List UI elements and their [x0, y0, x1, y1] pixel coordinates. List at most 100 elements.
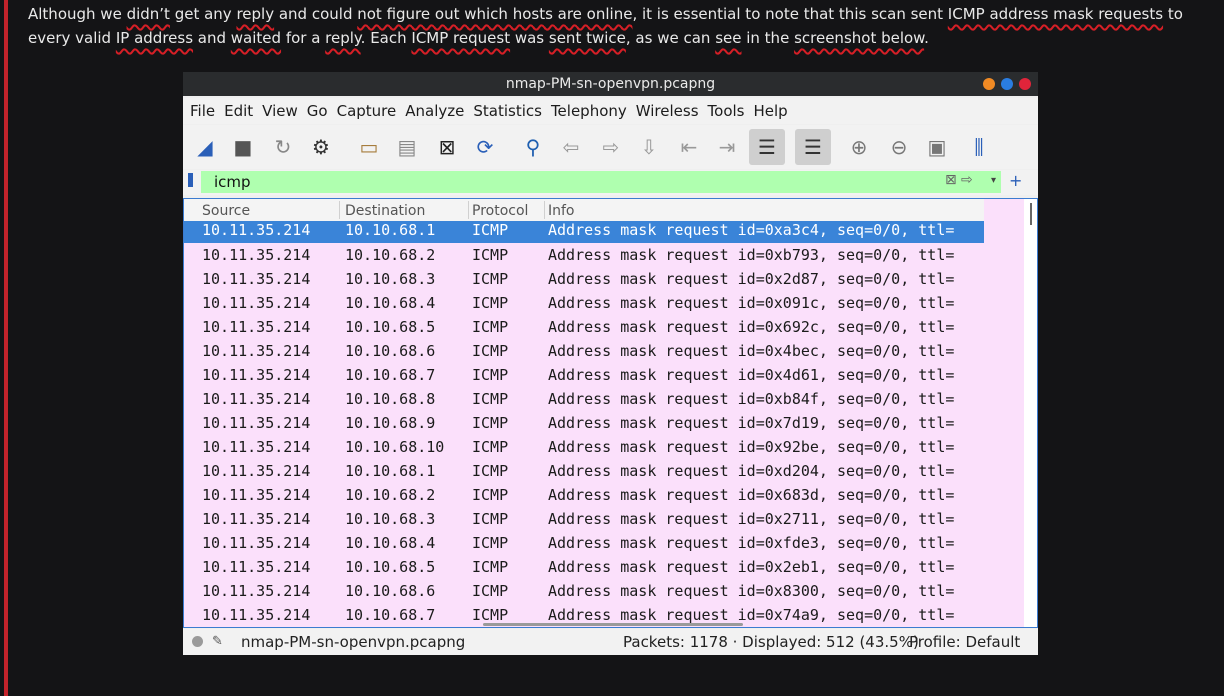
display-filter-input[interactable]: icmp [201, 171, 1001, 193]
packet-destination: 10.10.68.3 [345, 510, 436, 528]
menu-capture[interactable]: Capture [337, 98, 397, 124]
packet-info: Address mask request id=0xfde3, seq=0/0,… [548, 534, 955, 552]
packet-row[interactable]: 10.11.35.214 10.10.68.6 ICMP Address mask r… [184, 339, 984, 363]
first-packet-icon[interactable]: ⇤ [671, 129, 707, 165]
packet-row[interactable]: 10.11.35.214 10.10.68.3 ICMP Address mask r… [184, 267, 984, 291]
column-destination[interactable]: Destination [342, 199, 425, 223]
close-button[interactable] [1019, 78, 1031, 90]
filter-history-dropdown-icon[interactable]: ▾ [991, 175, 996, 186]
packet-source: 10.11.35.214 [202, 534, 311, 552]
packet-destination: 10.10.68.3 [345, 270, 436, 288]
close-file-icon[interactable]: ⊠ [429, 129, 465, 165]
zoom-out-icon[interactable]: ⊖ [881, 129, 917, 165]
packet-rows: 10.11.35.214 10.10.68.1 ICMP Address mask r… [184, 221, 984, 627]
gear-options-icon[interactable]: ⚙ [303, 129, 339, 165]
packet-row[interactable]: 10.11.35.214 10.10.68.2 ICMP Address mask r… [184, 483, 984, 507]
packet-info: Address mask request id=0x8300, seq=0/0,… [548, 582, 955, 600]
column-source[interactable]: Source [199, 199, 250, 223]
vertical-scrollbar[interactable] [1024, 199, 1037, 627]
zoom-in-icon[interactable]: ⊕ [841, 129, 877, 165]
packet-source: 10.11.35.214 [202, 486, 311, 504]
status-profile[interactable]: Profile: Default [909, 629, 1020, 655]
packet-row[interactable]: 10.11.35.214 10.10.68.10 ICMP Address mask … [184, 435, 984, 459]
wireshark-window: nmap-PM-sn-openvpn.pcapng File Edit View Go… [183, 72, 1038, 655]
packet-protocol: ICMP [472, 294, 509, 312]
packet-row[interactable]: 10.11.35.214 10.10.68.5 ICMP Address mask r… [184, 555, 984, 579]
menu-tools[interactable]: Tools [708, 98, 745, 124]
maximize-button[interactable] [1001, 78, 1013, 90]
menu-statistics[interactable]: Statistics [473, 98, 542, 124]
text-run: and could [274, 5, 358, 23]
reload-file-icon[interactable]: ⟳ [467, 129, 503, 165]
text-run: in the [741, 29, 795, 47]
search-icon[interactable]: ⚲ [515, 129, 551, 165]
open-folder-icon[interactable]: ▭ [351, 129, 387, 165]
packet-protocol: ICMP [472, 486, 509, 504]
horizontal-scrollbar[interactable] [483, 623, 743, 626]
packet-destination: 10.10.68.4 [345, 294, 436, 312]
display-filter-bar: icmp ⊠ ⇨ ▾ + [183, 170, 1038, 195]
apply-filter-icon[interactable]: ⇨ [961, 172, 973, 188]
packet-row[interactable]: 10.11.35.214 10.10.68.4 ICMP Address mask r… [184, 531, 984, 555]
clear-filter-icon[interactable]: ⊠ [945, 172, 957, 188]
menu-telephony[interactable]: Telephony [551, 98, 627, 124]
packet-info: Address mask request id=0x091c, seq=0/0,… [548, 294, 955, 312]
packet-row[interactable]: 10.11.35.214 10.10.68.7 ICMP Address mask r… [184, 363, 984, 387]
packet-row[interactable]: 10.11.35.214 10.10.68.8 ICMP Address mask r… [184, 387, 984, 411]
spellcheck-word: reply [325, 29, 361, 47]
packet-destination: 10.10.68.5 [345, 558, 436, 576]
packet-row[interactable]: 10.11.35.214 10.10.68.3 ICMP Address mask r… [184, 507, 984, 531]
packet-destination: 10.10.68.6 [345, 342, 436, 360]
bookmark-icon[interactable] [188, 173, 193, 187]
goto-packet-icon[interactable]: ⇩ [631, 129, 667, 165]
packet-destination: 10.10.68.6 [345, 582, 436, 600]
packet-row[interactable]: 10.11.35.214 10.10.68.9 ICMP Address mask r… [184, 411, 984, 435]
capture-status-icon[interactable] [192, 636, 203, 647]
forward-arrow-icon[interactable]: ⇨ [593, 129, 629, 165]
packet-protocol: ICMP [472, 366, 509, 384]
stop-square-icon[interactable]: ■ [225, 129, 261, 165]
menu-help[interactable]: Help [753, 98, 787, 124]
packet-row[interactable]: 10.11.35.214 10.10.68.5 ICMP Address mask r… [184, 315, 984, 339]
save-file-icon[interactable]: ▤ [389, 129, 425, 165]
packet-info: Address mask request id=0x4bec, seq=0/0,… [548, 342, 955, 360]
shark-fin-start-icon[interactable]: ◢ [187, 129, 223, 165]
menu-wireless[interactable]: Wireless [636, 98, 699, 124]
packet-minimap[interactable] [984, 199, 1024, 627]
packet-protocol: ICMP [472, 318, 509, 336]
window-titlebar[interactable]: nmap-PM-sn-openvpn.pcapng [183, 72, 1038, 96]
spellcheck-word: IP address [115, 29, 194, 47]
column-protocol[interactable]: Protocol [469, 199, 528, 223]
menu-view[interactable]: View [262, 98, 298, 124]
comment-edit-icon[interactable]: ✎ [212, 629, 223, 655]
autoscroll-icon[interactable]: ☰ [749, 129, 785, 165]
packet-row[interactable]: 10.11.35.214 10.10.68.1 ICMP Address mask r… [184, 459, 984, 483]
menu-edit[interactable]: Edit [224, 98, 253, 124]
column-info[interactable]: Info [545, 199, 575, 223]
packet-protocol: ICMP [472, 221, 509, 239]
colorize-icon[interactable]: ☰ [795, 129, 831, 165]
restart-fin-icon[interactable]: ↻ [265, 129, 301, 165]
packet-destination: 10.10.68.7 [345, 606, 436, 624]
menu-file[interactable]: File [190, 98, 215, 124]
text-run: get any [169, 5, 237, 23]
packet-row[interactable]: 10.11.35.214 10.10.68.4 ICMP Address mask r… [184, 291, 984, 315]
packet-protocol: ICMP [472, 462, 509, 480]
normal-size-icon[interactable]: ▣ [919, 129, 955, 165]
minimize-button[interactable] [983, 78, 995, 90]
packet-list[interactable]: Source Destination Protocol Info 10.11.3… [183, 198, 1038, 628]
packet-row[interactable]: 10.11.35.214 10.10.68.2 ICMP Address mask r… [184, 243, 984, 267]
last-packet-icon[interactable]: ⇥ [709, 129, 745, 165]
packet-row[interactable]: 10.11.35.214 10.10.68.1 ICMP Address mask r… [184, 221, 984, 243]
menu-analyze[interactable]: Analyze [405, 98, 464, 124]
add-filter-button-icon[interactable]: + [1009, 171, 1022, 190]
packet-protocol: ICMP [472, 558, 509, 576]
resize-columns-icon[interactable]: ⫼ [961, 129, 997, 165]
packet-info: Address mask request id=0xb84f, seq=0/0,… [548, 390, 955, 408]
packet-info: Address mask request id=0x2711, seq=0/0,… [548, 510, 955, 528]
back-arrow-icon[interactable]: ⇦ [553, 129, 589, 165]
menu-go[interactable]: Go [307, 98, 328, 124]
spellcheck-word: not figure out which hosts are online [357, 5, 633, 23]
packet-source: 10.11.35.214 [202, 510, 311, 528]
packet-row[interactable]: 10.11.35.214 10.10.68.6 ICMP Address mask r… [184, 579, 984, 603]
